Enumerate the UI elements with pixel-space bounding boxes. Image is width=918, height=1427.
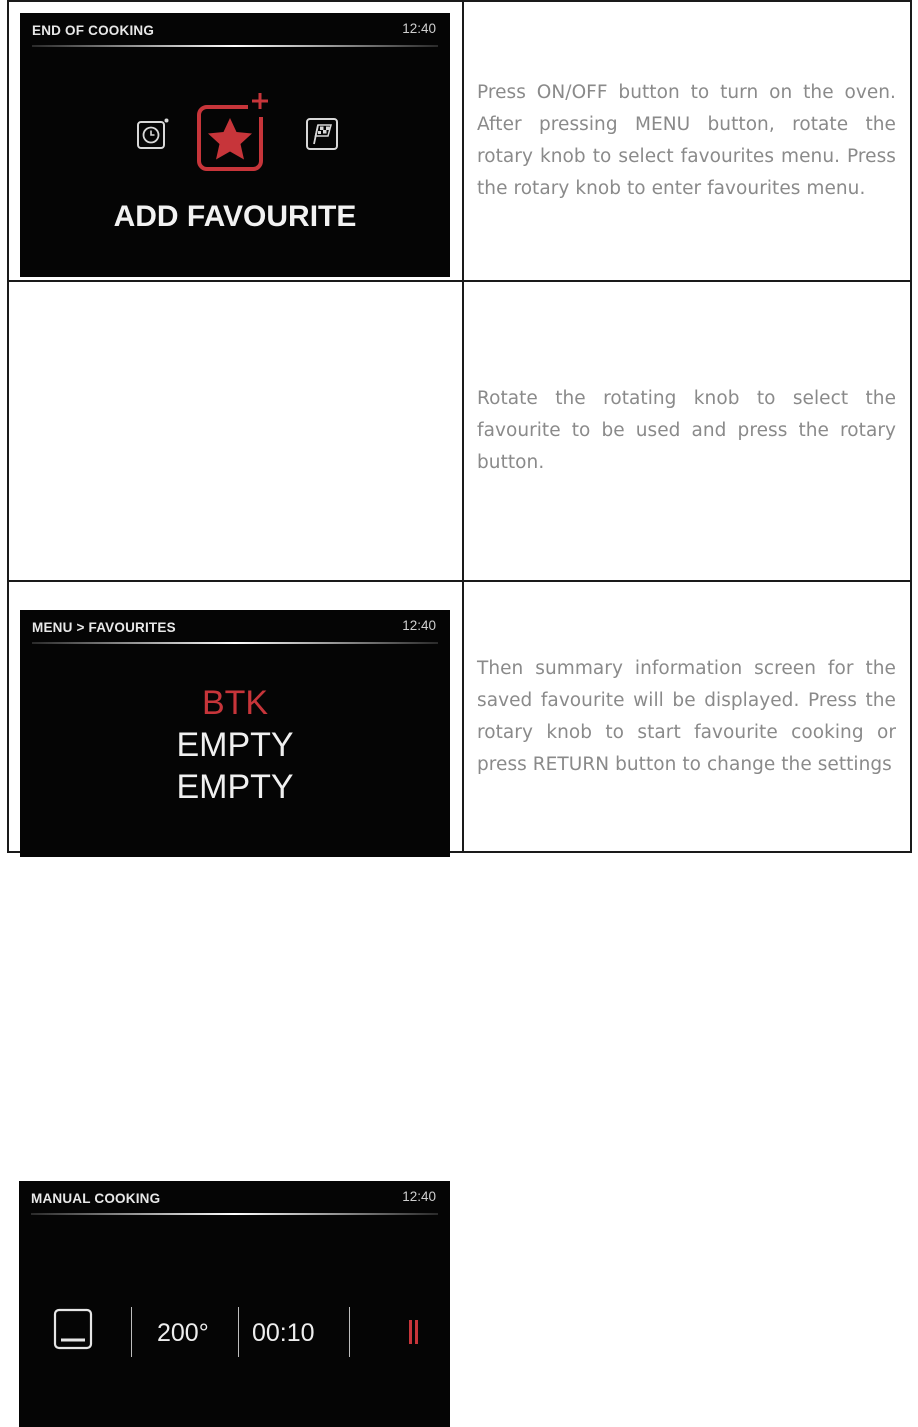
header-divider — [32, 45, 438, 47]
instruction-row-3: MANUAL COOKING 12:40 200° 00:10 Then sum… — [7, 580, 912, 1427]
screen-cell: END OF COOKING 12:40 ADD FAVOURITE — [7, 0, 464, 282]
display-time: 12:40 — [402, 1189, 436, 1204]
instruction-text: Then summary information screen for the … — [462, 580, 912, 853]
add-favourite-star-icon — [197, 93, 268, 171]
separator — [131, 1307, 132, 1357]
instruction-row-2: MENU > FAVOURITES 12:40 BTK EMPTY EMPTY … — [7, 280, 912, 857]
screen-cell: MANUAL COOKING 12:40 200° 00:10 — [7, 580, 464, 1427]
separator — [349, 1307, 350, 1357]
instruction-text: Press ON/OFF button to turn on the oven.… — [462, 0, 912, 282]
instruction-text: Rotate the rotating knob to select the f… — [462, 280, 912, 582]
display-title: END OF COOKING — [32, 23, 155, 38]
timer-icon — [137, 118, 169, 149]
oven-mode-icon — [53, 1308, 93, 1350]
duration-value[interactable]: 00:10 — [252, 1319, 315, 1348]
pause-icon[interactable] — [409, 1320, 419, 1344]
instructions-table: END OF COOKING 12:40 ADD FAVOURITE Press… — [7, 0, 912, 1427]
oven-display-manual-cooking: MANUAL COOKING 12:40 200° 00:10 — [19, 1181, 450, 1427]
finish-flag-icon — [306, 118, 338, 150]
add-favourite-label: ADD FAVOURITE — [113, 200, 357, 233]
separator — [238, 1307, 239, 1357]
oven-display-end-of-cooking: END OF COOKING 12:40 ADD FAVOURITE — [20, 13, 450, 277]
temperature-value[interactable]: 200° — [157, 1319, 209, 1348]
instruction-row-1: END OF COOKING 12:40 ADD FAVOURITE Press… — [7, 0, 912, 282]
screen-cell: MENU > FAVOURITES 12:40 BTK EMPTY EMPTY — [7, 280, 464, 857]
display-title: MANUAL COOKING — [31, 1191, 161, 1206]
display-time: 12:40 — [402, 21, 436, 36]
header-divider — [31, 1213, 438, 1215]
